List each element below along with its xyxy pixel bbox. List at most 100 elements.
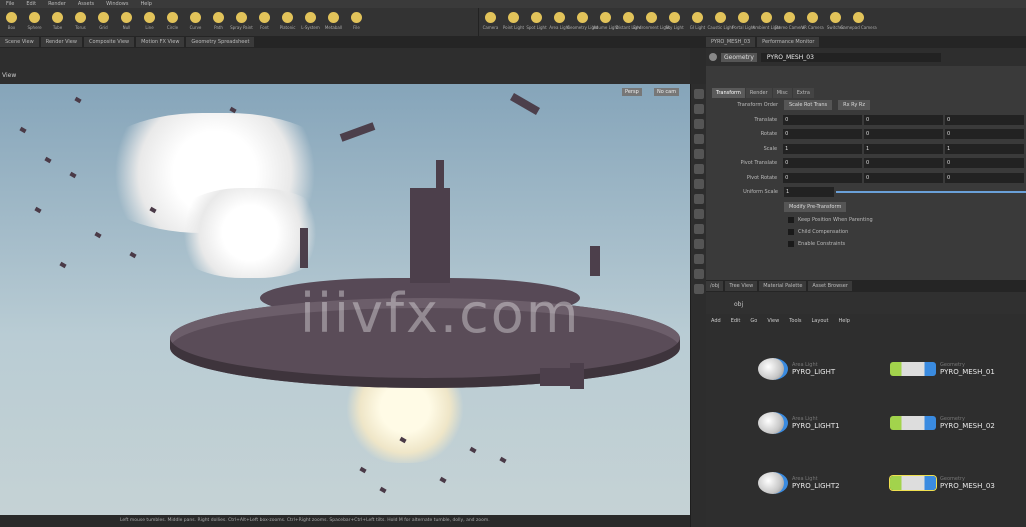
scale-z-field[interactable]: 1 — [945, 143, 1025, 154]
node-pyro-mesh-01[interactable]: Geometry PYRO_MESH_01 — [890, 362, 995, 376]
menu-edit[interactable]: Edit — [20, 0, 42, 8]
network-path[interactable]: obj — [706, 292, 1026, 314]
node-name[interactable]: PYRO_MESH_01 — [940, 368, 995, 376]
rotate-y-field[interactable]: 0 — [864, 129, 944, 140]
checkbox[interactable] — [788, 241, 794, 247]
camera-button[interactable]: No cam — [654, 88, 680, 96]
menu-file[interactable]: File — [0, 0, 20, 8]
geometry-node-icon[interactable] — [890, 416, 936, 430]
net-menu-edit[interactable]: Edit — [726, 318, 746, 324]
net-menu-view[interactable]: View — [762, 318, 784, 324]
net-menu-go[interactable]: Go — [745, 318, 762, 324]
move-tool-icon[interactable] — [694, 104, 704, 114]
create-tool[interactable]: Curve — [184, 9, 207, 36]
node-name[interactable]: PYRO_LIGHT — [792, 368, 835, 376]
node-pyro-light[interactable]: Area Light PYRO_LIGHT — [758, 358, 835, 380]
tab-transform[interactable]: Transform — [712, 88, 745, 98]
create-tool[interactable]: Torus — [69, 9, 92, 36]
light-tool[interactable]: Environment Light — [633, 9, 670, 36]
light-tool[interactable]: Point Light — [502, 9, 525, 36]
node-name[interactable]: PYRO_MESH_03 — [940, 482, 995, 490]
pivot-rotate-y-field[interactable]: 0 — [864, 172, 944, 183]
create-tool[interactable]: Circle — [161, 9, 184, 36]
geometry-node-icon[interactable] — [890, 362, 936, 376]
tab-performance-monitor[interactable]: Performance Monitor — [757, 37, 820, 47]
light-tool[interactable]: Distant Light — [616, 9, 641, 36]
tab-tree-view[interactable]: Tree View — [725, 281, 758, 291]
light-tool[interactable]: Volume Light — [592, 9, 619, 36]
light-node-icon[interactable] — [758, 472, 788, 494]
network-editor[interactable]: Area Light PYRO_LIGHT Geometry PYRO_MESH_0… — [706, 328, 1026, 527]
snap-tool-icon[interactable] — [694, 194, 704, 204]
tab-scene-view[interactable]: Scene View — [0, 37, 39, 47]
light-tool-icon[interactable] — [694, 179, 704, 189]
menu-assets[interactable]: Assets — [72, 0, 100, 8]
menu-help[interactable]: Help — [134, 0, 157, 8]
tab-motion-fx-view[interactable]: Motion FX View — [136, 37, 185, 47]
create-tool[interactable]: Path — [207, 9, 230, 36]
node-name[interactable]: PYRO_MESH_02 — [940, 422, 995, 430]
display-tool-icon[interactable] — [694, 239, 704, 249]
light-tool[interactable]: VR Camera — [801, 9, 824, 36]
scale-y-field[interactable]: 1 — [864, 143, 944, 154]
tab-misc[interactable]: Misc — [772, 88, 792, 98]
net-menu-layout[interactable]: Layout — [807, 318, 834, 324]
scale-tool-icon[interactable] — [694, 134, 704, 144]
persp-button[interactable]: Persp — [622, 88, 642, 96]
light-tool[interactable]: Spot Light — [525, 9, 548, 36]
render-tool-icon[interactable] — [694, 284, 704, 294]
create-tool[interactable]: Line — [138, 9, 161, 36]
net-menu-tools[interactable]: Tools — [784, 318, 806, 324]
light-tool[interactable]: Geometry Light — [567, 9, 598, 36]
create-tool[interactable]: Spray Paint — [230, 9, 253, 36]
pivot-translate-y-field[interactable]: 0 — [864, 158, 944, 169]
check-enable-constraints[interactable]: Enable Constraints — [706, 238, 1026, 250]
node-name[interactable]: PYRO_LIGHT2 — [792, 482, 840, 490]
tab-material-palette[interactable]: Material Palette — [759, 281, 807, 291]
rotate-tool-icon[interactable] — [694, 119, 704, 129]
rotate-x-field[interactable]: 0 — [783, 129, 863, 140]
create-tool[interactable]: Box — [0, 9, 23, 36]
light-node-icon[interactable] — [758, 412, 788, 434]
pivot-rotate-x-field[interactable]: 0 — [783, 172, 863, 183]
light-tool[interactable]: Gamepad Camera — [840, 9, 877, 36]
menu-render[interactable]: Render — [42, 0, 72, 8]
node-name-field[interactable]: PYRO_MESH_03 — [760, 52, 941, 62]
translate-y-field[interactable]: 0 — [864, 114, 944, 125]
node-pyro-light2[interactable]: Area Light PYRO_LIGHT2 — [758, 472, 840, 494]
gear-icon[interactable] — [709, 53, 717, 61]
check-keep-position[interactable]: Keep Position When Parenting — [706, 214, 1026, 226]
node-pyro-light1[interactable]: Area Light PYRO_LIGHT1 — [758, 412, 840, 434]
scale-x-field[interactable]: 1 — [783, 143, 863, 154]
light-tool[interactable]: Switcher — [824, 9, 847, 36]
create-tool[interactable]: Tube — [46, 9, 69, 36]
net-menu-help[interactable]: Help — [834, 318, 855, 324]
select-tool-icon[interactable] — [694, 89, 704, 99]
tab-asset-browser[interactable]: Asset Browser — [808, 281, 852, 291]
light-tool[interactable]: GI Light — [686, 9, 709, 36]
menu-windows[interactable]: Windows — [100, 0, 134, 8]
tab-obj[interactable]: /obj — [706, 281, 724, 291]
light-tool[interactable]: Caustic Light — [708, 9, 734, 36]
uniform-scale-slider[interactable] — [836, 191, 1026, 194]
net-menu-add[interactable]: Add — [706, 318, 726, 324]
pivot-translate-z-field[interactable]: 0 — [945, 158, 1025, 169]
shade-tool-icon[interactable] — [694, 269, 704, 279]
light-tool[interactable]: Area Light — [548, 9, 571, 36]
wire-tool-icon[interactable] — [694, 254, 704, 264]
tab-geometry-spreadsheet[interactable]: Geometry Spreadsheet — [186, 37, 255, 47]
create-tool[interactable]: Font — [253, 9, 276, 36]
tab-render[interactable]: Render — [745, 88, 772, 98]
light-tool[interactable]: Stereo Camera — [775, 9, 805, 36]
transform-order-dropdown[interactable]: Scale Rot Trans — [784, 100, 833, 111]
pivot-translate-x-field[interactable]: 0 — [783, 158, 863, 169]
handle-tool-icon[interactable] — [694, 149, 704, 159]
create-tool[interactable]: Null — [115, 9, 138, 36]
pose-tool-icon[interactable] — [694, 164, 704, 174]
tab-extra[interactable]: Extra — [792, 88, 814, 98]
light-tool[interactable]: Portal Light — [732, 9, 755, 36]
modify-pre-transform-button[interactable]: Modify Pre-Transform — [784, 201, 847, 212]
node-pyro-mesh-02[interactable]: Geometry PYRO_MESH_02 — [890, 416, 995, 430]
create-tool[interactable]: Platonic — [276, 9, 299, 36]
checkbox[interactable] — [788, 217, 794, 223]
